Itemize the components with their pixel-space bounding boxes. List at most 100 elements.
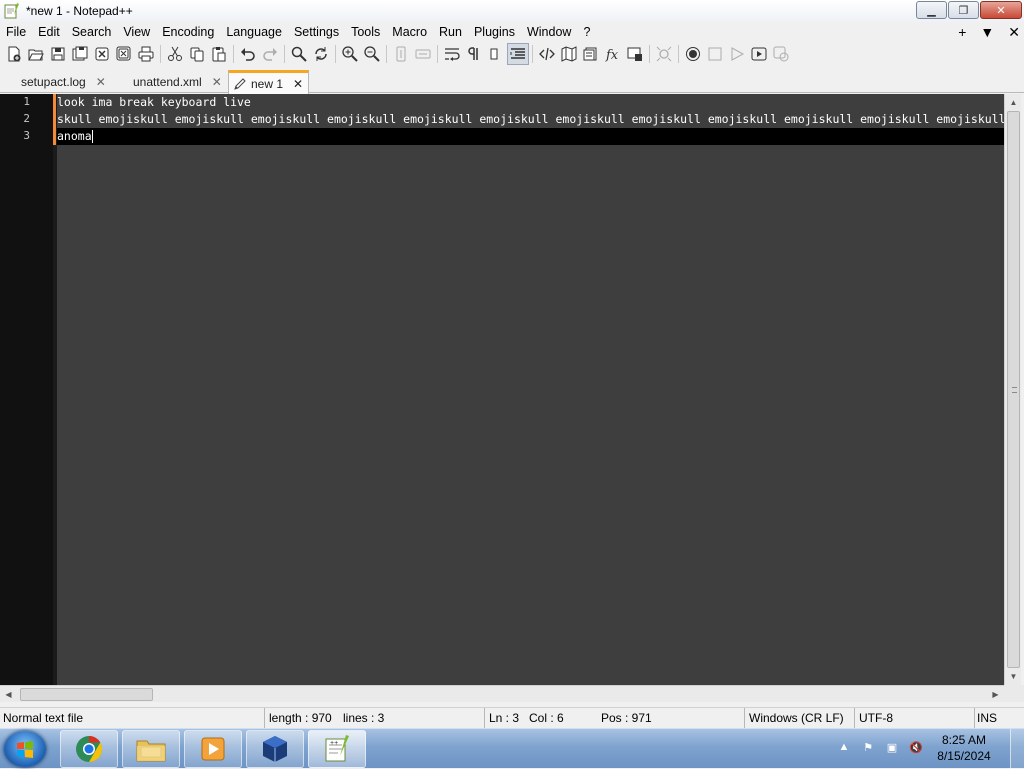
current-code-line[interactable]: anoma (57, 128, 1004, 145)
menu-macro[interactable]: Macro (386, 22, 433, 42)
scroll-left-arrow-icon[interactable]: ◀ (0, 686, 17, 703)
print-button[interactable] (135, 43, 157, 65)
menu-run[interactable]: Run (433, 22, 468, 42)
stop-recording-button[interactable] (704, 43, 726, 65)
volume-muted-icon[interactable]: 🔇 (908, 739, 924, 755)
paste-button[interactable] (208, 43, 230, 65)
taskbar-virtualbox-button[interactable] (246, 730, 304, 768)
horizontal-scrollbar[interactable]: ◀ ▶ (0, 685, 1004, 702)
taskbar-media-player-button[interactable] (184, 730, 242, 768)
show-all-characters-button[interactable] (463, 43, 485, 65)
tab-new-1[interactable]: new 1 ✕ (228, 70, 310, 94)
run-macro-multiple-button[interactable] (748, 43, 770, 65)
monitoring-button[interactable] (653, 43, 675, 65)
tab-close-icon[interactable]: ✕ (293, 77, 303, 91)
map-button[interactable] (558, 43, 580, 65)
menu-tools[interactable]: Tools (345, 22, 386, 42)
menu-search[interactable]: Search (66, 22, 118, 42)
close-icon: ✕ (996, 4, 1006, 17)
menu-help[interactable]: ? (577, 22, 596, 42)
tab-close-icon[interactable]: ✕ (96, 75, 106, 89)
document-map-button[interactable] (507, 43, 529, 65)
menu-file[interactable]: File (0, 22, 32, 42)
menu-language[interactable]: Language (220, 22, 288, 42)
cut-icon (168, 46, 182, 61)
tab-list-dropdown-button[interactable]: ▼ (980, 22, 994, 42)
open-file-button[interactable] (25, 43, 47, 65)
tab-unattend-xml[interactable]: unattend.xml ✕ (133, 70, 222, 93)
undo-button[interactable] (237, 43, 259, 65)
indent-guide-button[interactable] (485, 43, 507, 65)
horizontal-scroll-thumb[interactable] (20, 688, 153, 701)
close-document-button[interactable]: ✕ (1008, 22, 1020, 42)
status-eol-format[interactable]: Windows (CR LF) (744, 708, 844, 729)
status-encoding[interactable]: UTF-8 (854, 708, 893, 729)
taskbar-notepad-plus-plus-button[interactable]: ++ (308, 730, 366, 768)
action-center-flag-icon[interactable]: ⚑ (860, 739, 876, 755)
save-macro-button[interactable] (770, 43, 792, 65)
window-title: *new 1 - Notepad++ (26, 4, 133, 18)
html-button[interactable] (536, 43, 558, 65)
code-line[interactable]: look ima break keyboard live (57, 94, 1004, 111)
line-text: skull emojiskull emojiskull emojiskull e… (57, 112, 1004, 126)
menu-edit[interactable]: Edit (32, 22, 66, 42)
function-list-button[interactable] (580, 43, 602, 65)
play-macro-button[interactable] (726, 43, 748, 65)
scroll-down-arrow-icon[interactable]: ▼ (1005, 668, 1022, 685)
minimize-button[interactable]: ▁ (916, 1, 947, 19)
show-desktop-button[interactable] (1010, 729, 1024, 769)
status-position: Pos : 971 (601, 711, 652, 725)
tab-label: new 1 (251, 76, 284, 91)
changed-line-marker (53, 111, 56, 128)
taskbar-explorer-button[interactable] (122, 730, 180, 768)
vertical-scroll-thumb[interactable] (1007, 111, 1020, 668)
save-all-button[interactable] (69, 43, 91, 65)
tab-close-icon[interactable]: ✕ (212, 75, 222, 89)
tab-setupact-log[interactable]: setupact.log ✕ (21, 70, 106, 93)
zoom-out-button[interactable] (361, 43, 383, 65)
svg-text:++: ++ (330, 740, 338, 747)
close-button[interactable] (91, 43, 113, 65)
record-macro-button[interactable] (682, 43, 704, 65)
scroll-up-arrow-icon[interactable]: ▲ (1005, 94, 1022, 111)
editor-area[interactable]: 1 2 3 look ima break keyboard live skull… (0, 94, 1004, 685)
close-window-button[interactable]: ✕ (980, 1, 1022, 19)
network-icon[interactable]: ▣ (884, 739, 900, 755)
tab-label: setupact.log (21, 74, 86, 89)
word-wrap-button[interactable] (441, 43, 463, 65)
menu-plugins[interactable]: Plugins (468, 22, 521, 42)
save-button[interactable] (47, 43, 69, 65)
scroll-right-arrow-icon[interactable]: ▶ (987, 686, 1004, 703)
status-column: Col : 6 (529, 711, 564, 725)
menu-settings[interactable]: Settings (288, 22, 345, 42)
zoom-in-button[interactable] (339, 43, 361, 65)
taskbar-clock[interactable]: 8:25 AM 8/15/2024 (928, 732, 1000, 764)
menu-encoding[interactable]: Encoding (156, 22, 220, 42)
close-all-button[interactable] (113, 43, 135, 65)
sync-horizontal-button[interactable] (412, 43, 434, 65)
cut-button[interactable] (164, 43, 186, 65)
folder-workspace-icon (627, 47, 642, 61)
sync-vertical-button[interactable] (390, 43, 412, 65)
menu-view[interactable]: View (117, 22, 156, 42)
fx-button[interactable]: fx (602, 43, 624, 65)
menu-window[interactable]: Window (521, 22, 577, 42)
show-hidden-icons-icon[interactable]: ▲ (836, 739, 852, 755)
replace-button[interactable] (310, 43, 332, 65)
clock-date: 8/15/2024 (937, 749, 991, 763)
folder-workspace-button[interactable] (624, 43, 646, 65)
code-line[interactable]: skull emojiskull emojiskull emojiskull e… (57, 111, 1004, 128)
vertical-scrollbar[interactable]: ▲ ▼ (1004, 94, 1021, 685)
new-tab-button[interactable]: + (958, 22, 966, 42)
restore-button[interactable]: ❐ (948, 1, 979, 19)
copy-button[interactable] (186, 43, 208, 65)
find-button[interactable] (288, 43, 310, 65)
start-button[interactable] (4, 731, 46, 767)
redo-button[interactable] (259, 43, 281, 65)
document-map-icon (510, 48, 525, 59)
sync-vertical-icon (396, 46, 406, 62)
new-file-button[interactable] (3, 43, 25, 65)
clock-time: 8:25 AM (941, 733, 987, 747)
taskbar-chrome-button[interactable] (60, 730, 118, 768)
text-area[interactable]: look ima break keyboard live skull emoji… (57, 94, 1004, 685)
